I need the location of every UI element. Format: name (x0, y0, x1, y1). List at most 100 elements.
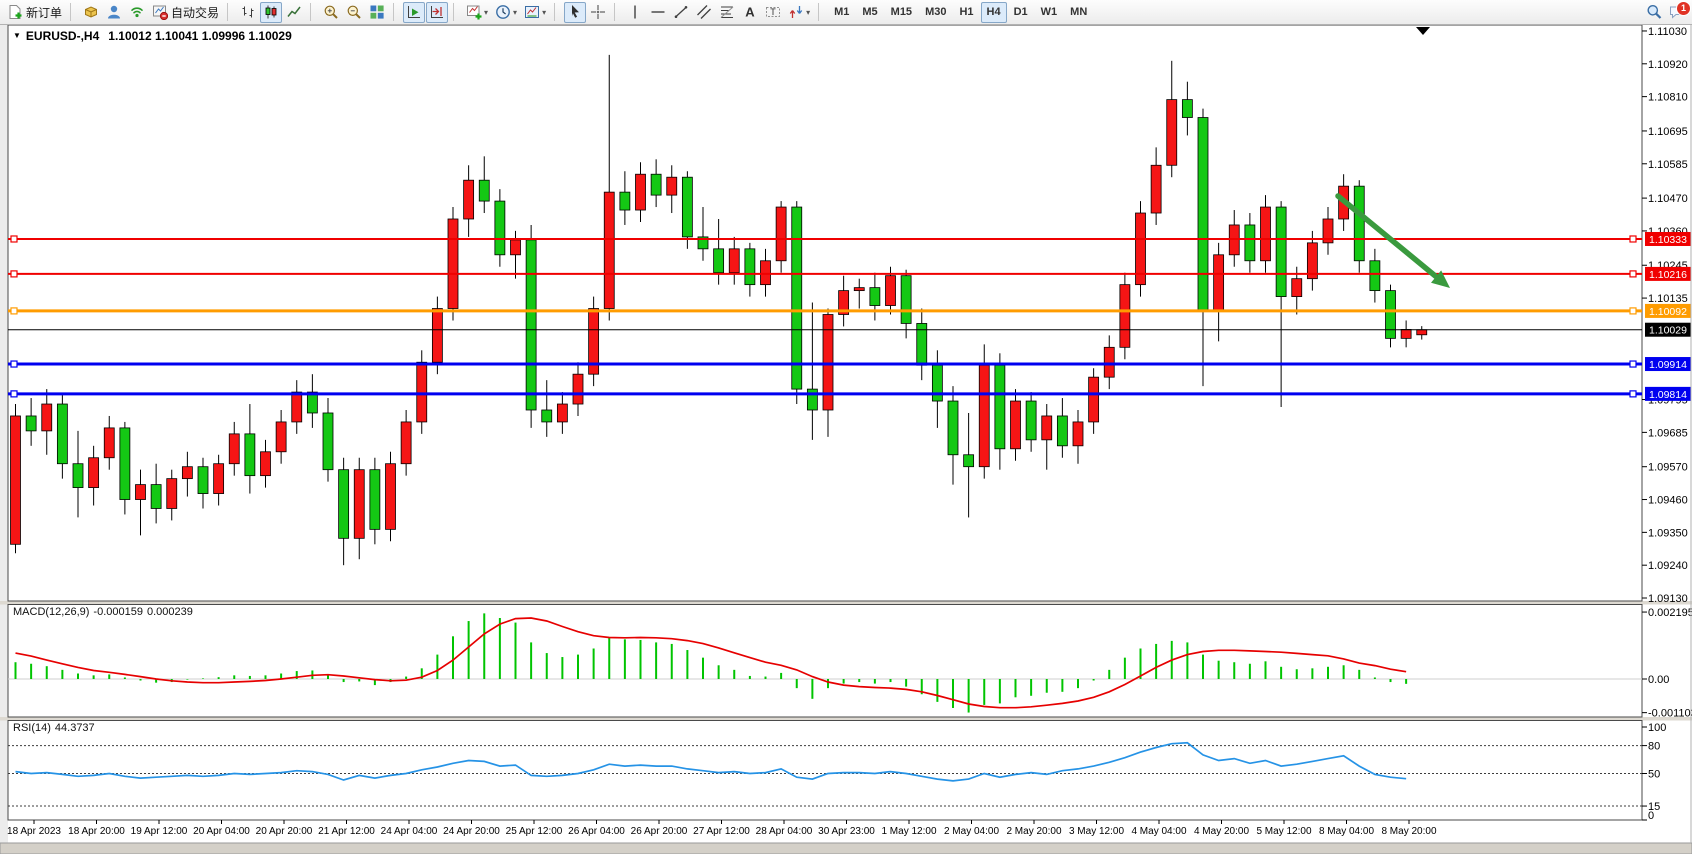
templates-button[interactable]: ▾ (521, 2, 549, 23)
candle (26, 416, 36, 431)
search-icon (1646, 4, 1662, 20)
chart-title[interactable]: ▼EURUSD-,H41.10012 1.10041 1.09996 1.100… (13, 29, 292, 43)
svg-text:18 Apr 2023: 18 Apr 2023 (7, 826, 61, 837)
svg-text:5 May 12:00: 5 May 12:00 (1256, 826, 1311, 837)
candle (667, 177, 677, 195)
zoom-out-button[interactable] (343, 2, 365, 23)
candle (1089, 377, 1099, 422)
hline-handle[interactable] (11, 391, 17, 397)
templates-caret-icon[interactable]: ▾ (542, 8, 546, 17)
market-watch-button[interactable] (80, 2, 102, 23)
autoscroll-icon (406, 4, 422, 20)
candle (214, 464, 224, 494)
price-label-text: 1.10092 (1649, 306, 1687, 318)
hline-handle[interactable] (1630, 236, 1636, 242)
trendline-button[interactable] (670, 2, 692, 23)
timeframe-m5-button[interactable]: M5 (856, 2, 883, 23)
timeframe-d1-button[interactable]: D1 (1008, 2, 1034, 23)
search-button[interactable] (1643, 2, 1665, 23)
tile-windows-button[interactable] (366, 2, 388, 23)
signals-button[interactable] (126, 2, 148, 23)
cursor-button[interactable] (564, 2, 586, 23)
text-label-button[interactable] (762, 2, 784, 23)
hline-handle[interactable] (1630, 308, 1636, 314)
candle (714, 249, 724, 273)
candle (151, 485, 161, 509)
candle (1292, 279, 1302, 297)
timeframe-h1-button[interactable]: H1 (953, 2, 979, 23)
timeframe-w1-button[interactable]: W1 (1035, 2, 1064, 23)
candle (1182, 100, 1192, 118)
candle (1167, 100, 1177, 166)
macd-value-2: 0.000239 (147, 606, 193, 618)
svg-text:2 May 04:00: 2 May 04:00 (944, 826, 999, 837)
svg-text:0: 0 (1648, 810, 1654, 822)
candle (432, 309, 442, 363)
svg-text:1.09350: 1.09350 (1648, 527, 1688, 539)
tile-icon (369, 4, 385, 20)
candle (557, 404, 567, 422)
text-button[interactable] (739, 2, 761, 23)
candlestick-mode-button[interactable] (260, 2, 282, 23)
cursor-icon (567, 4, 583, 20)
arrows-icon (788, 4, 804, 20)
crosshair-button[interactable] (587, 2, 609, 23)
svg-text:1.09240: 1.09240 (1648, 560, 1688, 572)
indicators-list-caret-icon[interactable]: ▾ (484, 8, 488, 17)
candle (464, 180, 474, 219)
new-order-button[interactable]: 新订单 (4, 2, 65, 23)
indicators-list-button[interactable]: ▾ (463, 2, 491, 23)
hline-handle[interactable] (1630, 391, 1636, 397)
market-icon (83, 4, 99, 20)
svg-text:21 Apr 12:00: 21 Apr 12:00 (318, 826, 375, 837)
candle (182, 467, 192, 479)
panel-separator[interactable] (0, 717, 1692, 721)
zoom-in-button[interactable] (320, 2, 342, 23)
candle (636, 174, 646, 210)
equidistant-channel-button[interactable] (693, 2, 715, 23)
bar-chart-mode-button[interactable] (237, 2, 259, 23)
svg-text:1.10695: 1.10695 (1648, 126, 1688, 138)
arrow-objects-button[interactable]: ▾ (785, 2, 813, 23)
crosshair-icon (590, 4, 606, 20)
candle (198, 467, 208, 494)
svg-text:19 Apr 12:00: 19 Apr 12:00 (131, 826, 188, 837)
macd-label: MACD(12,26,9)-0.0001590.000239 (13, 606, 197, 618)
hline-handle[interactable] (11, 308, 17, 314)
line-chart-mode-button[interactable] (283, 2, 305, 23)
periods-button[interactable]: ▾ (492, 2, 520, 23)
chart-shift-button[interactable] (426, 2, 448, 23)
svg-text:2 May 20:00: 2 May 20:00 (1006, 826, 1061, 837)
hline-handle[interactable] (1630, 361, 1636, 367)
horizontal-line-button[interactable] (647, 2, 669, 23)
timeframe-h4-button[interactable]: H4 (981, 2, 1007, 23)
candle (792, 207, 802, 389)
panel-separator[interactable] (0, 601, 1692, 605)
hline-handle[interactable] (11, 271, 17, 277)
svg-text:1 May 12:00: 1 May 12:00 (881, 826, 936, 837)
candle-icon (263, 4, 279, 20)
hline-handle[interactable] (11, 361, 17, 367)
fibonacci-retracement-button[interactable] (716, 2, 738, 23)
notifications-button[interactable]: 1 (1666, 2, 1688, 23)
svg-text:28 Apr 04:00: 28 Apr 04:00 (756, 826, 813, 837)
timeframe-mn-button[interactable]: MN (1064, 2, 1093, 23)
svg-text:30 Apr 23:00: 30 Apr 23:00 (818, 826, 875, 837)
community-button[interactable] (103, 2, 125, 23)
svg-text:80: 80 (1648, 741, 1660, 753)
vertical-line-button[interactable] (624, 2, 646, 23)
chart-canvas[interactable]: 1.110301.109201.108101.106951.105851.104… (0, 0, 1692, 854)
svg-text:100: 100 (1648, 722, 1666, 734)
symbol-dropdown-icon[interactable]: ▼ (13, 31, 21, 40)
candle (401, 422, 411, 464)
timeframe-m15-button[interactable]: M15 (885, 2, 918, 23)
hline-handle[interactable] (11, 236, 17, 242)
periods-caret-icon[interactable]: ▾ (513, 8, 517, 17)
timeframe-m30-button[interactable]: M30 (919, 2, 952, 23)
hline-handle[interactable] (1630, 271, 1636, 277)
arrow-objects-caret-icon[interactable]: ▾ (806, 8, 810, 17)
autotrading-button[interactable]: 自动交易 (149, 2, 222, 23)
auto-scroll-button[interactable] (403, 2, 425, 23)
window-bottom-edge (0, 843, 1692, 854)
timeframe-m1-button[interactable]: M1 (828, 2, 855, 23)
